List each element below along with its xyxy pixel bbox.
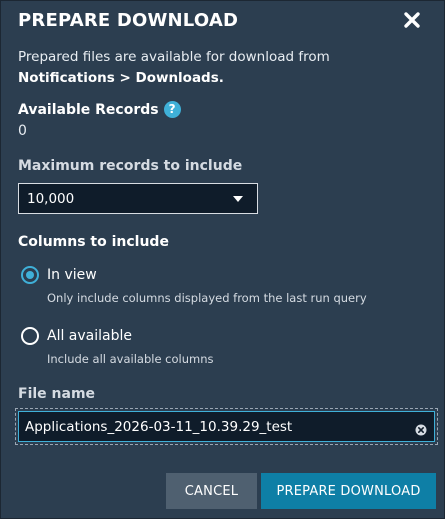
prepare-download-dialog: PREPARE DOWNLOAD Prepared files are avai… — [0, 0, 445, 519]
radio-in-view-label: In view — [47, 267, 97, 283]
intro-text: Prepared files are available for downloa… — [18, 47, 428, 89]
radio-all-available-circle[interactable] — [21, 327, 39, 345]
max-records-label: Maximum records to include — [18, 158, 243, 174]
columns-label: Columns to include — [18, 234, 169, 250]
downloads-path: Notifications > Downloads. — [18, 70, 224, 86]
radio-all-available-description: Include all available columns — [47, 352, 214, 366]
available-records-title: Available Records — [18, 102, 159, 118]
file-name-label: File name — [18, 386, 96, 402]
help-icon[interactable]: ? — [163, 101, 181, 118]
available-records-label: Available Records? — [18, 101, 181, 118]
available-records-value: 0 — [18, 123, 27, 139]
intro-sentence: Prepared files are available for downloa… — [18, 49, 330, 65]
dialog-title: PREPARE DOWNLOAD — [18, 10, 239, 31]
prepare-download-button[interactable]: PREPARE DOWNLOAD — [261, 473, 436, 509]
file-name-input[interactable] — [18, 411, 435, 442]
chevron-down-icon — [233, 196, 243, 202]
radio-in-view[interactable]: In view — [21, 266, 97, 284]
cancel-button[interactable]: CANCEL — [166, 473, 257, 509]
radio-all-available-label: All available — [47, 328, 132, 344]
max-records-select[interactable]: 10,000 — [18, 183, 258, 214]
file-name-field-wrapper — [15, 408, 438, 445]
max-records-selected: 10,000 — [27, 191, 75, 207]
close-icon[interactable] — [399, 7, 425, 33]
radio-in-view-circle[interactable] — [21, 266, 39, 284]
radio-all-available[interactable]: All available — [21, 327, 132, 345]
clear-input-icon[interactable] — [415, 421, 427, 436]
radio-in-view-description: Only include columns displayed from the … — [47, 291, 367, 305]
